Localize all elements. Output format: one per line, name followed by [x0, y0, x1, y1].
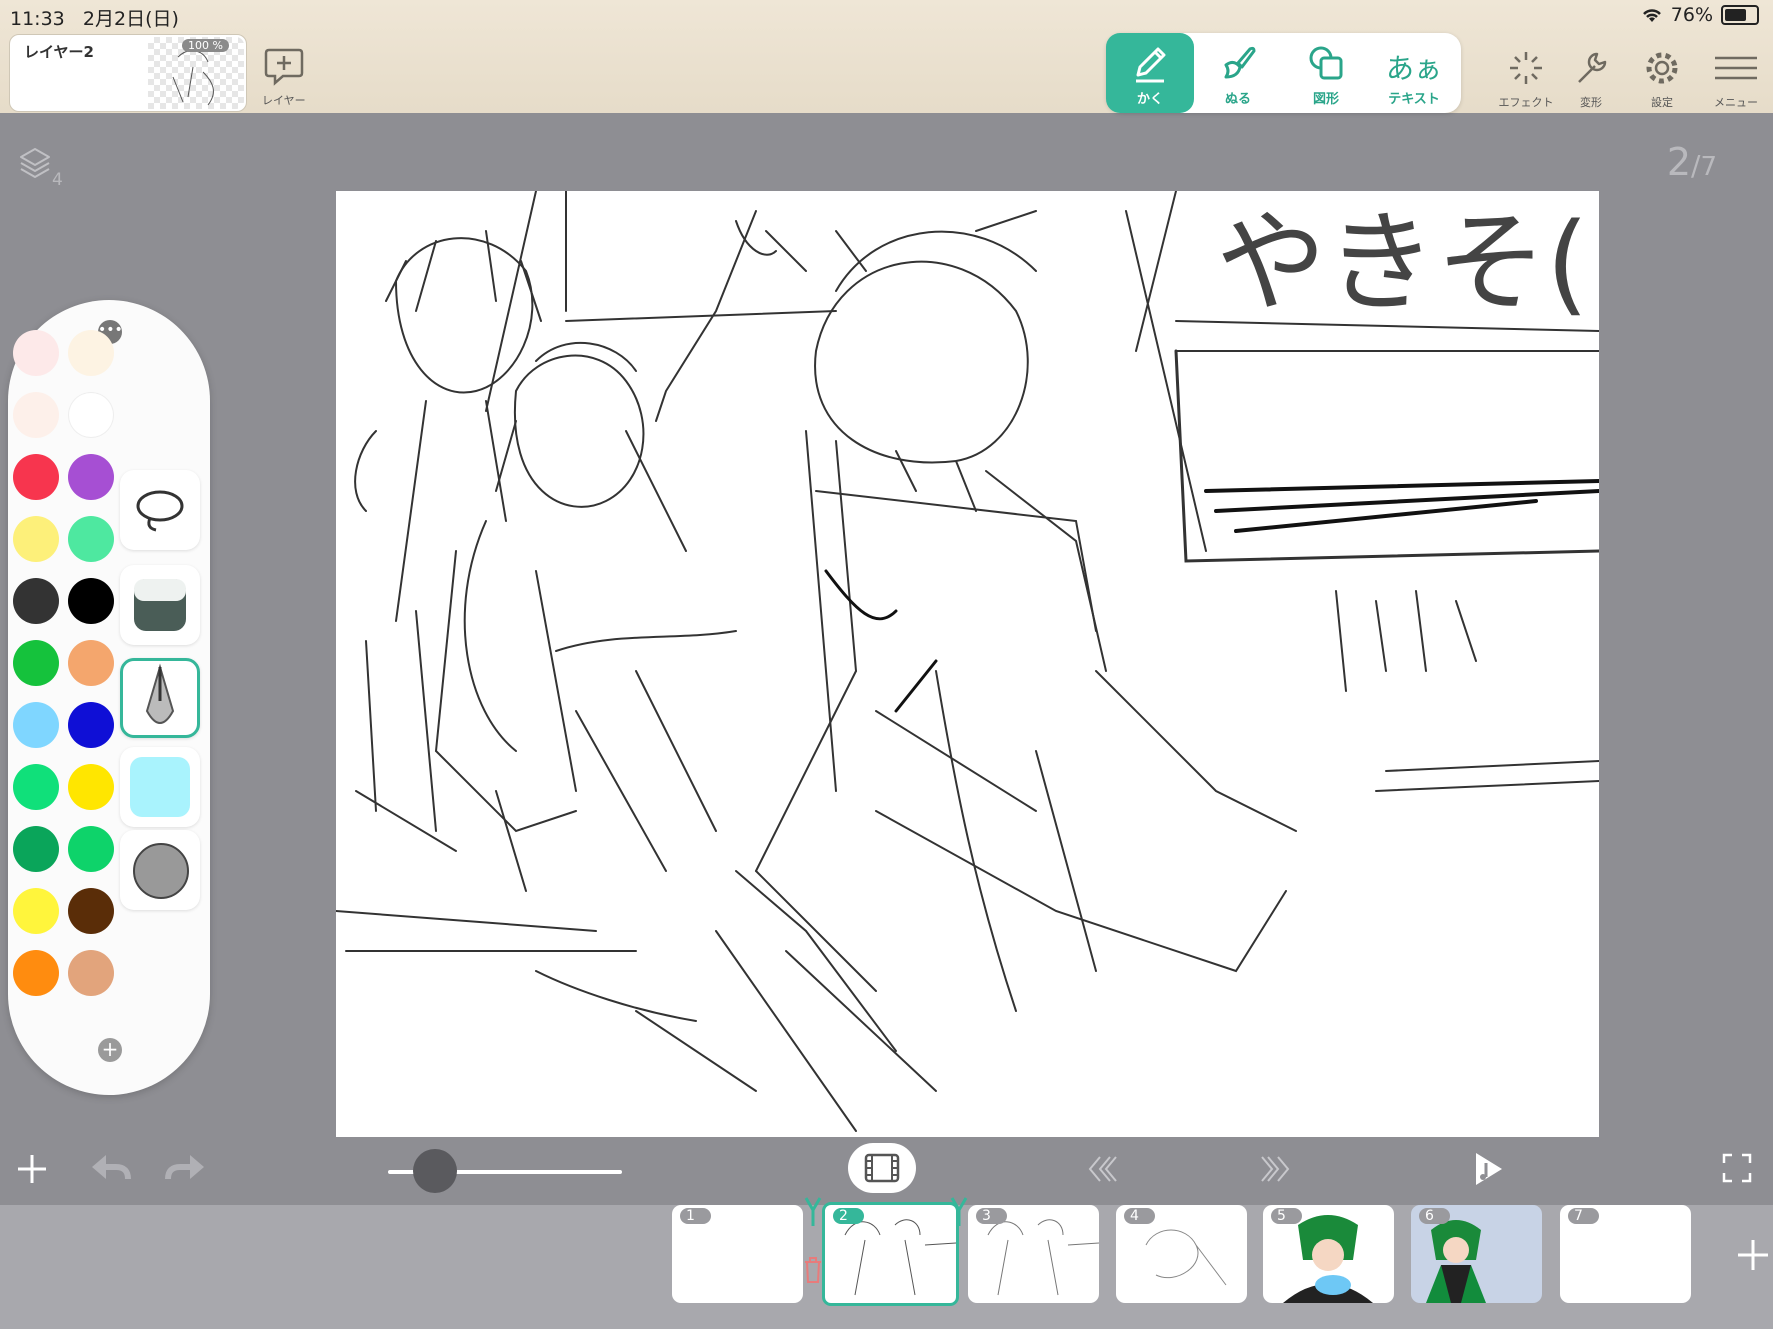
layer-thumbnail: 100 % [148, 37, 244, 109]
lasso-icon [136, 490, 184, 532]
brush-size-indicator [133, 843, 189, 899]
color-swatch[interactable] [68, 888, 114, 934]
color-swatch[interactable] [68, 702, 114, 748]
sketch-drawing: やきそ( [335, 190, 1601, 1132]
color-swatch[interactable] [68, 454, 114, 500]
frame-thumbnail[interactable]: 6 [1411, 1205, 1542, 1303]
mode-shapes-button[interactable]: 図形 [1282, 33, 1370, 113]
effects-button[interactable]: エフェクト [1496, 48, 1556, 110]
color-swatch[interactable] [68, 516, 114, 562]
battery-percent: 76% [1670, 4, 1713, 26]
page-indicator: 2/7 [1666, 140, 1717, 184]
pen-tool-button[interactable] [120, 658, 200, 738]
wrench-icon [1578, 52, 1607, 83]
color-swatch[interactable] [13, 392, 59, 438]
add-icon[interactable] [14, 1151, 50, 1187]
color-swatch[interactable] [13, 764, 59, 810]
shapes-icon [1309, 46, 1343, 80]
frame-range-end-marker[interactable] [950, 1196, 968, 1226]
mode-text-button[interactable]: あぁ テキスト [1370, 33, 1458, 113]
mode-draw-button[interactable]: かく [1106, 33, 1194, 113]
frame-slider-track[interactable] [388, 1149, 622, 1193]
frame-thumbnail[interactable]: 7 [1560, 1205, 1691, 1303]
play-music-icon[interactable] [1468, 1149, 1508, 1189]
film-icon [864, 1153, 900, 1183]
color-swatch[interactable] [13, 888, 59, 934]
eraser-tool-button[interactable] [120, 565, 200, 645]
previous-frame-icon[interactable] [1084, 1151, 1120, 1187]
paint-brush-icon [1224, 46, 1256, 79]
layer-opacity-badge: 100 % [182, 39, 229, 52]
color-swatch[interactable] [68, 640, 114, 686]
wifi-icon [1642, 9, 1661, 22]
drawing-mode-group: かく ぬる 図形 あぁ テキスト [1106, 33, 1461, 113]
color-palette-panel: ••• + [8, 300, 210, 1095]
eraser-icon [134, 579, 186, 631]
brush-size-button[interactable] [120, 830, 200, 910]
pencil-icon [1136, 47, 1166, 83]
lasso-tool-button[interactable] [120, 470, 200, 550]
layers-icon[interactable] [18, 146, 52, 180]
add-layer-icon [264, 48, 304, 86]
current-layer-card[interactable]: レイヤー2 100 % [9, 34, 247, 112]
menu-button[interactable]: メニュー [1706, 48, 1766, 110]
color-swatch[interactable] [68, 392, 114, 438]
color-swatch[interactable] [68, 826, 114, 872]
fullscreen-icon[interactable] [1722, 1153, 1752, 1183]
current-color-swatch [130, 757, 190, 817]
color-swatch[interactable] [13, 702, 59, 748]
current-color-button[interactable] [120, 747, 200, 827]
color-swatch[interactable] [13, 826, 59, 872]
layer-name: レイヤー2 [24, 43, 94, 61]
transform-button[interactable]: 変形 [1566, 48, 1616, 110]
settings-button[interactable]: 設定 [1637, 48, 1687, 110]
frame-thumbnail-selected[interactable]: 2 [822, 1202, 959, 1306]
pen-nib-icon [145, 663, 175, 724]
color-swatch[interactable] [13, 330, 59, 376]
frame-slider-knob[interactable] [412, 1149, 457, 1193]
trash-icon[interactable] [803, 1256, 823, 1284]
add-layer-button[interactable]: レイヤー [262, 46, 306, 108]
next-frame-icon[interactable] [1258, 1151, 1294, 1187]
timeline-controls [0, 1137, 1773, 1205]
status-indicators: 76% [1641, 4, 1759, 26]
text-icon: あぁ [1385, 52, 1442, 85]
color-swatch[interactable] [68, 764, 114, 810]
color-swatch[interactable] [13, 454, 59, 500]
frame-thumbnail[interactable]: 1 [672, 1205, 803, 1303]
hamburger-menu-icon [1715, 56, 1757, 80]
frame-range-start-marker[interactable] [804, 1196, 822, 1226]
gear-icon [1646, 52, 1678, 84]
mode-fill-button[interactable]: ぬる [1194, 33, 1282, 113]
battery-icon [1721, 5, 1759, 25]
frame-thumbnail[interactable]: 5 [1263, 1205, 1394, 1303]
top-toolbar: 11:33 2月2日(日) 76% レイヤー2 100 % レイヤー かく ぬる… [0, 0, 1773, 113]
color-swatch[interactable] [13, 640, 59, 686]
add-frame-icon[interactable] [1736, 1238, 1770, 1272]
frame-thumbnail[interactable]: 3 [968, 1205, 1099, 1303]
layers-count: 4 [52, 170, 63, 190]
drawing-canvas[interactable]: やきそ( [335, 190, 1601, 1137]
color-swatch[interactable] [68, 578, 114, 624]
add-layer-label: レイヤー [262, 94, 306, 107]
add-color-button[interactable]: + [98, 1038, 122, 1062]
color-swatch[interactable] [13, 950, 59, 996]
color-swatch[interactable] [68, 950, 114, 996]
color-swatch[interactable] [13, 516, 59, 562]
sketch-text: やきそ( [1216, 199, 1589, 327]
filmstrip-toggle-button[interactable] [848, 1143, 916, 1193]
color-swatch[interactable] [13, 578, 59, 624]
status-time: 11:33 2月2日(日) [10, 8, 179, 30]
color-swatch[interactable] [68, 330, 114, 376]
sparkle-icon [1510, 52, 1542, 84]
frame-thumbnail[interactable]: 4 [1116, 1205, 1247, 1303]
undo-icon[interactable] [88, 1149, 132, 1187]
redo-icon[interactable] [164, 1149, 208, 1187]
